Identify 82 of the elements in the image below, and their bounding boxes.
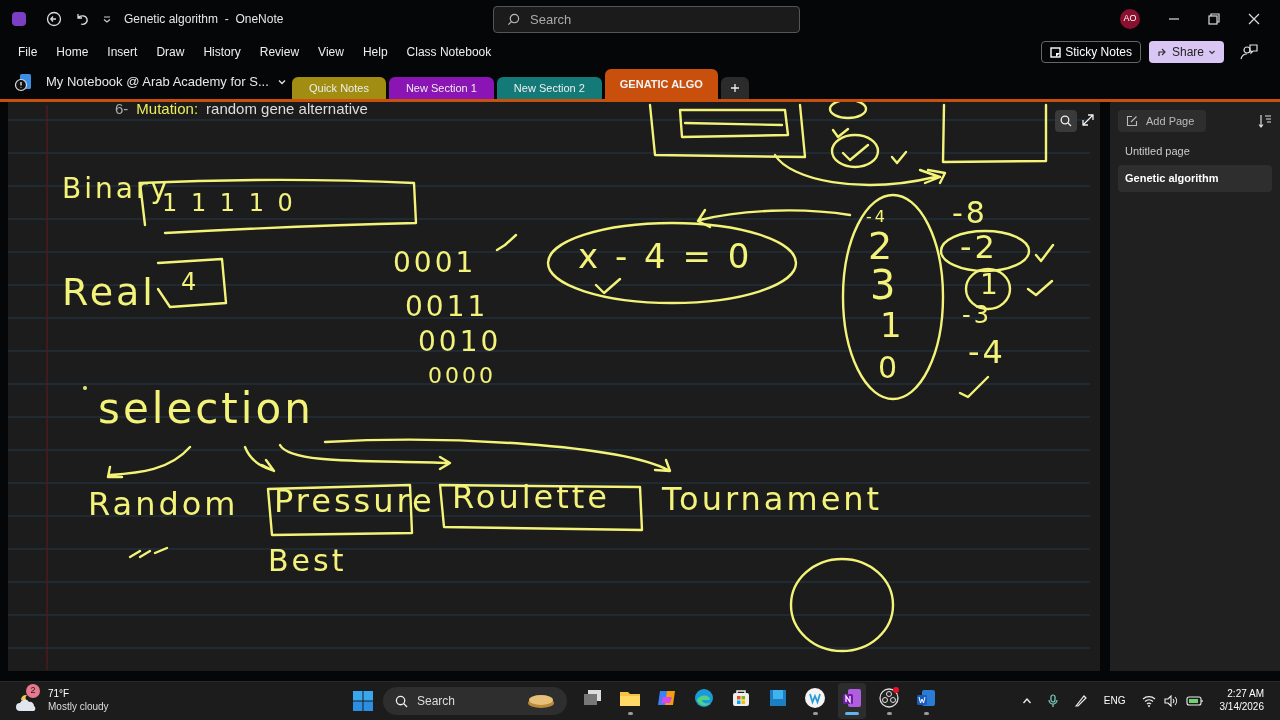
menu-item[interactable]: Draw bbox=[148, 41, 193, 64]
back-icon[interactable] bbox=[46, 10, 62, 27]
windows-start-icon[interactable] bbox=[353, 690, 373, 711]
handwritten-text: 0000 bbox=[428, 364, 496, 387]
section-tab[interactable]: GENATIC ALGO bbox=[604, 69, 718, 99]
microphone-icon[interactable] bbox=[1047, 693, 1058, 708]
caret-icon bbox=[276, 77, 287, 87]
section-tab[interactable]: New Section 2 bbox=[496, 77, 602, 99]
menu-item[interactable]: History bbox=[195, 41, 249, 64]
menu-item[interactable]: Help bbox=[354, 41, 396, 64]
handwritten-text: -2 bbox=[960, 230, 998, 263]
onenote-icon[interactable] bbox=[841, 686, 863, 709]
handwritten-text: 0 bbox=[878, 352, 901, 383]
note-icon bbox=[1050, 46, 1062, 58]
section-tab[interactable]: New Section 1 bbox=[388, 77, 494, 99]
handwritten-text: Random bbox=[88, 487, 239, 520]
battery-charging-icon[interactable] bbox=[1185, 694, 1204, 707]
dropdown-caret-icon[interactable] bbox=[102, 13, 112, 24]
handwritten-text: 1 bbox=[980, 270, 1001, 299]
handwritten-text: 0010 bbox=[418, 327, 502, 356]
menu-item[interactable]: File bbox=[10, 41, 46, 64]
account-avatar[interactable]: AO bbox=[1120, 8, 1140, 29]
pie-icon bbox=[527, 692, 555, 709]
wifi-icon[interactable] bbox=[1141, 694, 1156, 707]
page-item[interactable]: Genetic algorithm bbox=[1118, 165, 1272, 192]
handwritten-text: selection bbox=[98, 387, 314, 430]
search-icon bbox=[395, 694, 408, 708]
caret-icon bbox=[1208, 48, 1216, 57]
weather-condition-text: Mostly cloudy bbox=[48, 700, 109, 714]
add-page-button[interactable]: Add Page bbox=[1118, 109, 1206, 132]
people-comment-icon[interactable] bbox=[1240, 43, 1258, 62]
menu-item[interactable]: Insert bbox=[99, 41, 146, 64]
menu-item[interactable]: Class Notebook bbox=[398, 41, 500, 64]
search-field[interactable]: Search bbox=[493, 6, 800, 33]
add-section-icon[interactable] bbox=[729, 83, 740, 93]
menu-item[interactable]: Home bbox=[48, 41, 97, 64]
share-button[interactable]: Share bbox=[1148, 41, 1224, 64]
clock-time[interactable]: 2:27 AM bbox=[1227, 688, 1264, 701]
close-icon[interactable] bbox=[1248, 12, 1260, 25]
share-icon bbox=[1156, 46, 1168, 58]
handwritten-text: Tournament bbox=[662, 482, 883, 515]
window-title: Genetic algorithm - OneNote bbox=[124, 10, 284, 28]
handwritten-text: 4 bbox=[181, 269, 200, 294]
restore-icon[interactable] bbox=[1208, 12, 1220, 25]
handwritten-text: 2 bbox=[868, 226, 896, 265]
sticky-notes-button[interactable]: Sticky Notes bbox=[1041, 41, 1141, 64]
expand-icon[interactable] bbox=[1081, 112, 1095, 127]
menu-item[interactable]: View bbox=[310, 41, 352, 64]
handwritten-text: Roulette bbox=[452, 480, 610, 513]
w-circle-icon[interactable] bbox=[804, 686, 826, 709]
notebook-warning-icon[interactable] bbox=[14, 72, 34, 92]
search-icon bbox=[1060, 114, 1072, 127]
clock-date[interactable]: 3/14/2026 bbox=[1219, 700, 1264, 714]
taskbar-search-field[interactable]: Search bbox=[383, 686, 567, 715]
handwritten-text: Best bbox=[268, 545, 347, 576]
typed-note-text: random gene alternative bbox=[206, 101, 368, 119]
handwritten-text: -4 bbox=[866, 208, 888, 225]
notebook-selector[interactable]: My Notebook @ Arab Academy for S... bbox=[38, 72, 287, 92]
recording-app-icon[interactable] bbox=[878, 686, 900, 709]
handwritten-text: 1 bbox=[880, 307, 905, 342]
sort-icon[interactable] bbox=[1258, 113, 1272, 128]
handwritten-text: x - 4 = 0 bbox=[578, 238, 753, 273]
search-icon bbox=[507, 13, 520, 26]
menu-item[interactable]: Review bbox=[251, 41, 308, 64]
handwritten-text: 3 bbox=[870, 264, 899, 305]
edge-browser-icon[interactable] bbox=[693, 686, 715, 709]
pen-icon[interactable] bbox=[1073, 693, 1088, 708]
page-item[interactable]: Untitled page bbox=[1118, 137, 1272, 165]
term-text: Mutation: bbox=[136, 101, 199, 119]
notification-badge: 2 bbox=[26, 683, 40, 698]
temperature-text: 71°F bbox=[48, 688, 71, 701]
speaker-icon[interactable] bbox=[1163, 694, 1178, 707]
list-number: 6- bbox=[115, 101, 129, 119]
language-indicator[interactable]: ENG bbox=[1103, 693, 1126, 709]
onenote-logo-icon bbox=[12, 11, 26, 26]
handwritten-text: Real bbox=[62, 272, 156, 311]
search-button[interactable] bbox=[1055, 109, 1077, 132]
handwritten-text: -8 bbox=[952, 197, 988, 228]
handwritten-text: 0001 bbox=[393, 248, 477, 277]
handwritten-text: 0011 bbox=[405, 292, 489, 321]
handwritten-text: -4 bbox=[968, 335, 1006, 368]
compose-icon bbox=[1126, 114, 1138, 127]
